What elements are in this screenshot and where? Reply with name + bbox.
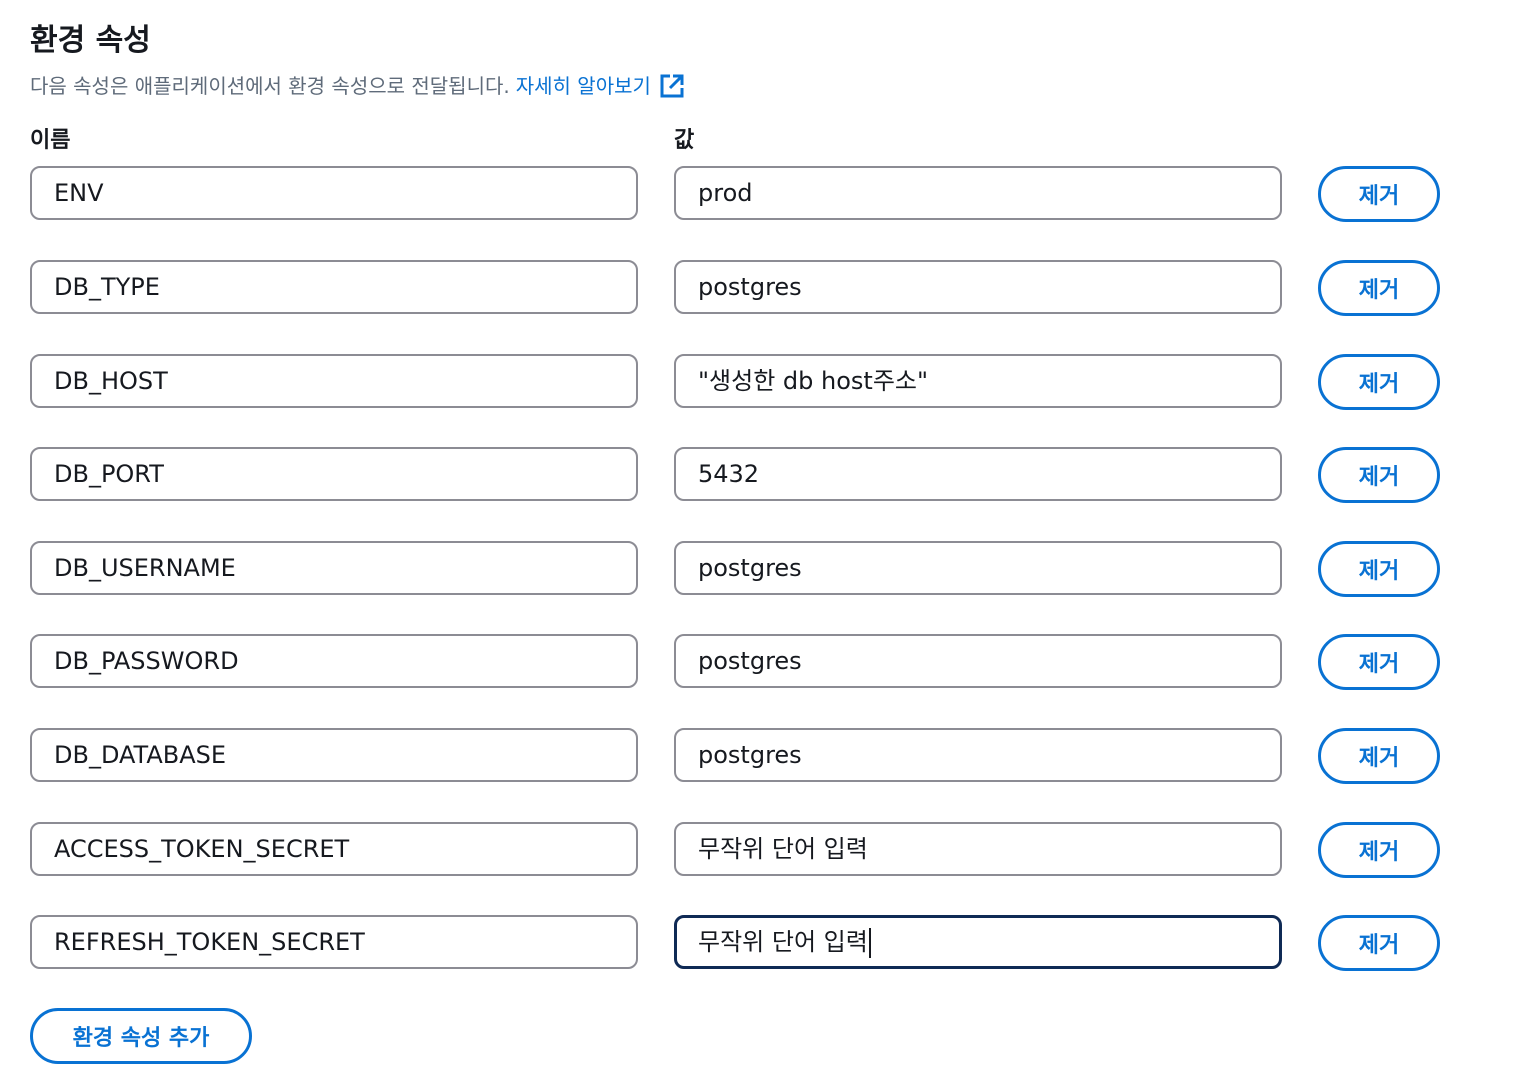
property-name-input[interactable]: DB_USERNAME (30, 541, 638, 595)
property-name-input[interactable]: ENV (30, 166, 638, 220)
property-name-input[interactable]: DB_HOST (30, 354, 638, 408)
property-name-input[interactable]: REFRESH_TOKEN_SECRET (30, 915, 638, 969)
description-text: 다음 속성은 애플리케이션에서 환경 속성으로 전달됩니다. (30, 74, 510, 98)
property-name-input[interactable]: DB_PASSWORD (30, 634, 638, 688)
property-value-input[interactable]: prod (674, 166, 1282, 220)
section-description: 다음 속성은 애플리케이션에서 환경 속성으로 전달됩니다. 자세히 알아보기 (30, 68, 1490, 104)
property-row-db-type: DB_TYPE postgres 제거 (30, 260, 1490, 318)
property-row-db-host: DB_HOST "생성한 db host주소" 제거 (30, 354, 1490, 412)
property-row-db-port: DB_PORT 5432 제거 (30, 447, 1490, 505)
external-link-icon (660, 74, 684, 98)
property-row-refresh-token-secret: REFRESH_TOKEN_SECRET 무작위 단어 입력 제거 (30, 915, 1490, 973)
remove-button[interactable]: 제거 (1318, 354, 1440, 410)
property-value-input[interactable]: postgres (674, 260, 1282, 314)
property-value-input[interactable]: "생성한 db host주소" (674, 354, 1282, 408)
text-caret (868, 928, 871, 958)
property-row-db-username: DB_USERNAME postgres 제거 (30, 541, 1490, 599)
input-text: 무작위 단어 입력 (698, 928, 868, 956)
property-value-input-focused[interactable]: 무작위 단어 입력 (674, 915, 1282, 969)
remove-button[interactable]: 제거 (1318, 915, 1440, 971)
property-name-input[interactable]: ACCESS_TOKEN_SECRET (30, 822, 638, 876)
learn-more-link[interactable]: 자세히 알아보기 (516, 68, 685, 104)
remove-button[interactable]: 제거 (1318, 260, 1440, 316)
remove-button[interactable]: 제거 (1318, 728, 1440, 784)
environment-properties-panel: 환경 속성 다음 속성은 애플리케이션에서 환경 속성으로 전달됩니다. 자세히… (30, 18, 1490, 1064)
property-name-input[interactable]: DB_DATABASE (30, 728, 638, 782)
property-value-input[interactable]: 무작위 단어 입력 (674, 822, 1282, 876)
remove-button[interactable]: 제거 (1318, 541, 1440, 597)
property-row-access-token-secret: ACCESS_TOKEN_SECRET 무작위 단어 입력 제거 (30, 822, 1490, 880)
add-environment-property-button[interactable]: 환경 속성 추가 (30, 1008, 252, 1064)
section-title: 환경 속성 (30, 23, 151, 58)
property-value-input[interactable]: 5432 (674, 447, 1282, 501)
property-value-input[interactable]: postgres (674, 728, 1282, 782)
property-row-db-password: DB_PASSWORD postgres 제거 (30, 634, 1490, 692)
property-name-input[interactable]: DB_PORT (30, 447, 638, 501)
property-name-input[interactable]: DB_TYPE (30, 260, 638, 314)
learn-more-label: 자세히 알아보기 (515, 74, 651, 98)
property-value-input[interactable]: postgres (674, 541, 1282, 595)
property-row-db-database: DB_DATABASE postgres 제거 (30, 728, 1490, 786)
remove-button[interactable]: 제거 (1318, 634, 1440, 690)
remove-button[interactable]: 제거 (1318, 166, 1440, 222)
property-value-input[interactable]: postgres (674, 634, 1282, 688)
column-header-name: 이름 (30, 128, 71, 153)
remove-button[interactable]: 제거 (1318, 822, 1440, 878)
remove-button[interactable]: 제거 (1318, 447, 1440, 503)
column-headers: 이름 값 (30, 124, 1490, 158)
column-header-value: 값 (674, 128, 695, 153)
property-row-env: ENV prod 제거 (30, 166, 1490, 224)
